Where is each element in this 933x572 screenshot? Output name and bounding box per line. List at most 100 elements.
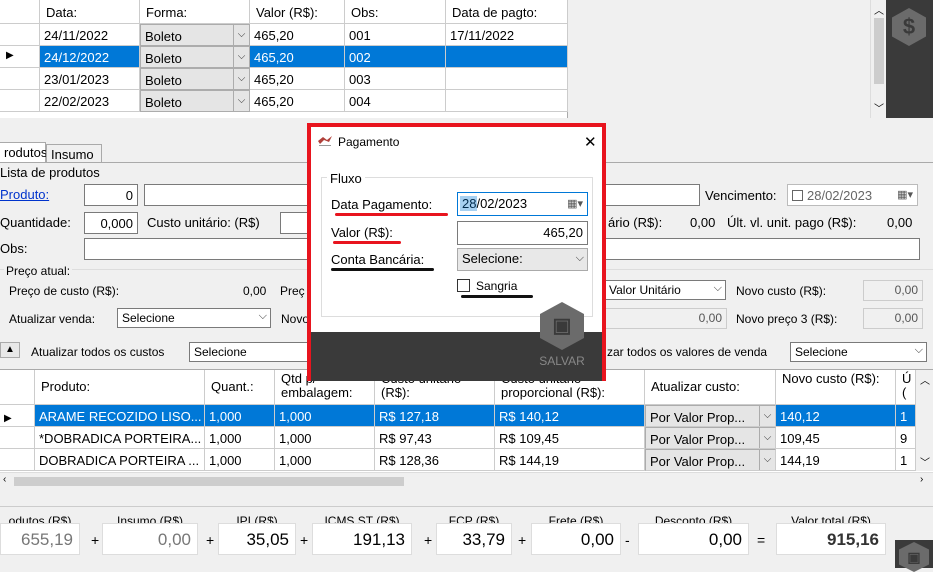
cell-quant[interactable]: 1,000 bbox=[205, 449, 275, 471]
cell-novo-custo[interactable]: 109,45 bbox=[776, 427, 896, 449]
cell-data[interactable]: 23/01/2023 bbox=[40, 68, 140, 90]
col-header-pagto[interactable]: Data de pagto: bbox=[446, 0, 568, 24]
data-pagamento-field[interactable]: 28/02/2023 ▦▾ bbox=[457, 192, 588, 216]
produto-link[interactable]: Produto: bbox=[0, 187, 49, 202]
atualizar-venda-select[interactable]: Selecione ⌵ bbox=[117, 308, 271, 328]
col-header-quant[interactable]: Quant.: bbox=[205, 370, 275, 405]
chevron-down-icon[interactable]: ⌵ bbox=[233, 47, 249, 67]
cell-obs[interactable]: 004 bbox=[345, 90, 446, 112]
tab-insumo[interactable]: Insumo bbox=[46, 144, 102, 162]
forma-combo[interactable]: Boleto ⌵ bbox=[140, 46, 250, 68]
novo-preco-input[interactable]: 0,00 bbox=[604, 308, 727, 329]
scroll-up-icon[interactable]: ︿ bbox=[920, 372, 930, 387]
col-header-data[interactable]: Data: bbox=[40, 0, 140, 24]
cell-valor[interactable]: 465,20 bbox=[250, 68, 345, 90]
calendar-icon[interactable]: ▦▾ bbox=[567, 197, 583, 210]
cell-proporcional[interactable]: R$ 109,45 bbox=[495, 427, 645, 449]
cell-valor[interactable]: 465,20 bbox=[250, 24, 345, 46]
collapse-button[interactable]: ▲ bbox=[0, 342, 20, 358]
valor-unitario-select[interactable]: Valor Unitário ⌵ bbox=[604, 280, 726, 300]
produto-code-input[interactable]: 0 bbox=[84, 184, 138, 206]
cell-last[interactable]: 9 bbox=[896, 427, 916, 449]
row-marker[interactable] bbox=[0, 90, 40, 112]
cell-custo[interactable]: R$ 128,36 bbox=[375, 449, 495, 471]
cell-data[interactable]: 24/12/2022 bbox=[40, 46, 140, 68]
cell-valor[interactable]: 465,20 bbox=[250, 46, 345, 68]
installments-scrollbar[interactable]: ︿ ﹀ bbox=[870, 0, 886, 118]
cell-embalagem[interactable]: 1,000 bbox=[275, 427, 375, 449]
atualizar-custo-combo[interactable]: Por Valor Prop... ⌵ bbox=[645, 405, 776, 427]
forma-combo[interactable]: Boleto ⌵ bbox=[140, 90, 250, 112]
table-row[interactable]: 22/02/2023 Boleto ⌵ 465,20 004 bbox=[0, 90, 568, 112]
table-row[interactable]: 24/11/2022 Boleto ⌵ 465,20 001 17/11/2022 bbox=[0, 24, 568, 46]
cell-produto[interactable]: DOBRADICA PORTEIRA ... bbox=[35, 449, 205, 471]
col-header-forma[interactable]: Forma: bbox=[140, 0, 250, 24]
cell-novo-custo[interactable]: 140,12 bbox=[776, 405, 896, 427]
novo-custo-input[interactable]: 0,00 bbox=[863, 280, 923, 301]
scroll-right-icon[interactable]: › bbox=[920, 474, 923, 485]
vencimento-date-field[interactable]: 28/02/2023 ▦▾ bbox=[787, 184, 918, 206]
products-vscrollbar[interactable]: ︿ ﹀ bbox=[916, 370, 933, 471]
forma-combo[interactable]: Boleto ⌵ bbox=[140, 24, 250, 46]
cell-produto[interactable]: ARAME RECOZIDO LISO... bbox=[35, 405, 205, 427]
atualizar-custo-combo[interactable]: Por Valor Prop... ⌵ bbox=[645, 427, 776, 449]
cell-valor[interactable]: 465,20 bbox=[250, 90, 345, 112]
calendar-icon[interactable]: ▦▾ bbox=[897, 188, 913, 201]
hscroll-thumb[interactable] bbox=[14, 477, 404, 486]
col-header-novo-custo[interactable]: Novo custo (R$): bbox=[776, 370, 896, 405]
cell-pagto[interactable]: 17/11/2022 bbox=[446, 24, 568, 46]
cell-obs[interactable]: 001 bbox=[345, 24, 446, 46]
cell-pagto[interactable] bbox=[446, 68, 568, 90]
dollar-icon[interactable]: $ bbox=[892, 8, 926, 46]
conta-bancaria-select[interactable]: Selecione: ⌵ bbox=[457, 248, 588, 271]
cell-novo-custo[interactable]: 144,19 bbox=[776, 449, 896, 471]
chevron-down-icon[interactable]: ⌵ bbox=[233, 91, 249, 111]
table-row-selected[interactable]: ▶ 24/12/2022 Boleto ⌵ 465,20 002 bbox=[0, 46, 568, 68]
cell-quant[interactable]: 1,000 bbox=[205, 427, 275, 449]
table-row[interactable]: 23/01/2023 Boleto ⌵ 465,20 003 bbox=[0, 68, 568, 90]
row-marker[interactable]: ▶ bbox=[0, 46, 40, 68]
chevron-down-icon[interactable]: ⌵ bbox=[233, 69, 249, 89]
cell-proporcional[interactable]: R$ 140,12 bbox=[495, 405, 645, 427]
cell-embalagem[interactable]: 1,000 bbox=[275, 449, 375, 471]
save-button[interactable]: ▣ SALVAR bbox=[537, 302, 587, 374]
row-marker[interactable] bbox=[0, 449, 35, 471]
products-hscrollbar[interactable]: ‹ › bbox=[0, 472, 933, 489]
scroll-up-icon[interactable]: ︿ bbox=[874, 2, 884, 17]
row-marker[interactable]: ▶ bbox=[0, 405, 35, 427]
custo-unitario-input[interactable] bbox=[280, 212, 308, 234]
col-header-valor[interactable]: Valor (R$): bbox=[250, 0, 345, 24]
chevron-down-icon[interactable]: ⌵ bbox=[759, 450, 775, 470]
scroll-down-icon[interactable]: ﹀ bbox=[874, 100, 884, 115]
row-marker[interactable] bbox=[0, 68, 40, 90]
cell-produto[interactable]: *DOBRADICA PORTEIRA... bbox=[35, 427, 205, 449]
cell-last[interactable]: 1 bbox=[896, 405, 916, 427]
cell-quant[interactable]: 1,000 bbox=[205, 405, 275, 427]
cell-last[interactable]: 1 bbox=[896, 449, 916, 471]
scroll-thumb[interactable] bbox=[874, 18, 884, 84]
col-header-obs[interactable]: Obs: bbox=[345, 0, 446, 24]
scroll-left-icon[interactable]: ‹ bbox=[3, 474, 6, 485]
sangria-label[interactable]: Sangria bbox=[476, 279, 517, 293]
chevron-down-icon[interactable]: ⌵ bbox=[233, 25, 249, 45]
quantidade-input[interactable]: 0,000 bbox=[84, 212, 138, 234]
cell-data[interactable]: 24/11/2022 bbox=[40, 24, 140, 46]
cell-custo[interactable]: R$ 97,43 bbox=[375, 427, 495, 449]
cell-data[interactable]: 22/02/2023 bbox=[40, 90, 140, 112]
cell-pagto[interactable] bbox=[446, 90, 568, 112]
cell-pagto[interactable] bbox=[446, 46, 568, 68]
cell-custo[interactable]: R$ 127,18 bbox=[375, 405, 495, 427]
chevron-down-icon[interactable]: ⌵ bbox=[759, 428, 775, 448]
chevron-down-icon[interactable]: ⌵ bbox=[759, 406, 775, 426]
cell-embalagem[interactable]: 1,000 bbox=[275, 405, 375, 427]
valor-input[interactable]: 465,20 bbox=[457, 221, 588, 245]
col-header-produto[interactable]: Produto: bbox=[35, 370, 205, 405]
novo-preco3-input[interactable]: 0,00 bbox=[863, 308, 923, 329]
cell-obs[interactable]: 003 bbox=[345, 68, 446, 90]
close-icon[interactable]: ✕ bbox=[584, 133, 597, 151]
bottom-save-panel[interactable]: ▣ bbox=[895, 540, 933, 572]
forma-combo[interactable]: Boleto ⌵ bbox=[140, 68, 250, 90]
tab-produtos[interactable]: rodutos bbox=[0, 142, 47, 162]
atualizar-custos-select[interactable]: Selecione bbox=[189, 342, 309, 362]
row-marker[interactable] bbox=[0, 24, 40, 46]
